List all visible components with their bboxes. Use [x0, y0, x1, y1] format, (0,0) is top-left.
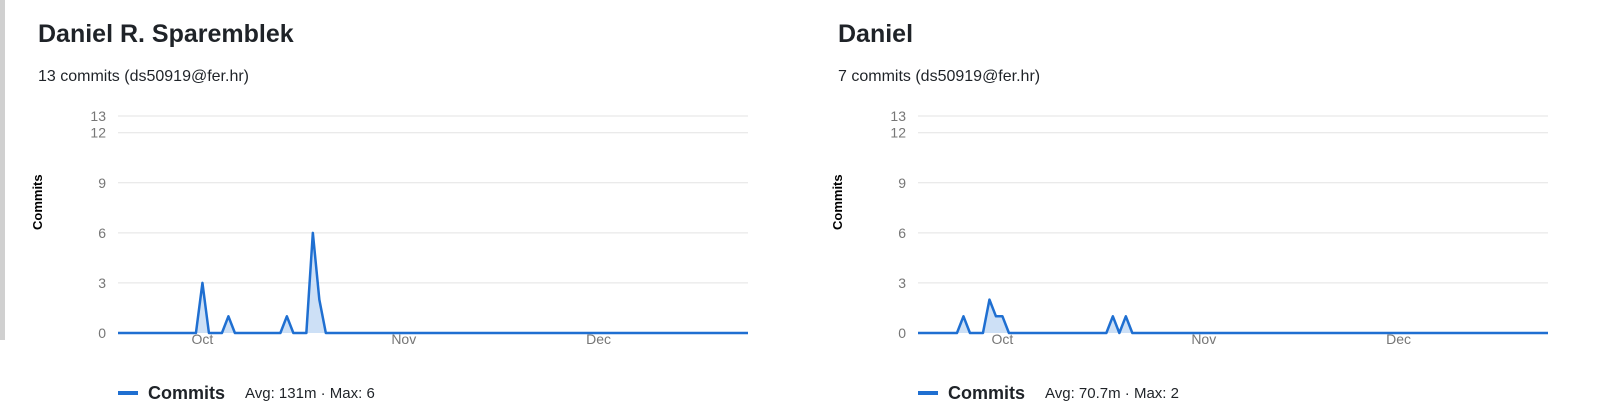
legend-avg: Avg: 131m — [245, 384, 317, 402]
y-tick-label: 12 — [90, 125, 106, 141]
author-card: Daniel R. Sparemblek 13 commits (ds50919… — [30, 0, 798, 417]
chart-legend[interactable]: Commits Avg: 70.7m · Max: 2 — [918, 378, 1179, 408]
series-line — [918, 298, 1548, 335]
legend-separator: · — [1120, 384, 1134, 402]
series-area — [918, 299, 1548, 333]
legend-separator: · — [316, 384, 330, 402]
legend-max: Max: 2 — [1133, 384, 1179, 402]
legend-max: Max: 6 — [329, 384, 375, 402]
y-tick-label: 9 — [898, 175, 906, 191]
author-card: Daniel 7 commits (ds50919@fer.hr) Commit… — [830, 0, 1598, 417]
page-scrollbar[interactable] — [0, 0, 5, 340]
y-tick-label: 0 — [98, 325, 106, 341]
legend-stats: Avg: 131m · Max: 6 — [245, 385, 375, 402]
legend-avg: Avg: 70.7m — [1045, 384, 1121, 402]
author-commit-summary: 13 commits (ds50919@fer.hr) — [38, 68, 249, 85]
legend-label: Commits — [148, 382, 226, 403]
author-commit-summary: 7 commits (ds50919@fer.hr) — [838, 68, 1041, 85]
commits-chart: 03691213Oct Nov Dec — [90, 108, 748, 347]
y-tick-label: 3 — [98, 275, 106, 291]
y-tick-label: 6 — [98, 225, 106, 241]
author-name[interactable]: Daniel — [838, 20, 913, 49]
y-tick-label: 9 — [98, 175, 106, 191]
y-tick-label: 12 — [890, 125, 906, 141]
legend-label: Commits — [948, 382, 1026, 403]
legend-stats: Avg: 70.7m · Max: 2 — [1045, 385, 1179, 402]
chart-legend[interactable]: Commits Avg: 131m · Max: 6 — [118, 378, 375, 408]
legend-swatch — [918, 391, 938, 395]
commits-chart: 03691213Oct Nov Dec — [890, 108, 1548, 347]
y-tick-label: 0 — [898, 325, 906, 341]
y-tick-label: 13 — [90, 108, 106, 124]
author-name[interactable]: Daniel R. Sparemblek — [38, 20, 294, 49]
y-tick-label: 3 — [898, 275, 906, 291]
y-tick-label: 6 — [898, 225, 906, 241]
y-tick-label: 13 — [890, 108, 906, 124]
legend-swatch — [118, 391, 138, 395]
